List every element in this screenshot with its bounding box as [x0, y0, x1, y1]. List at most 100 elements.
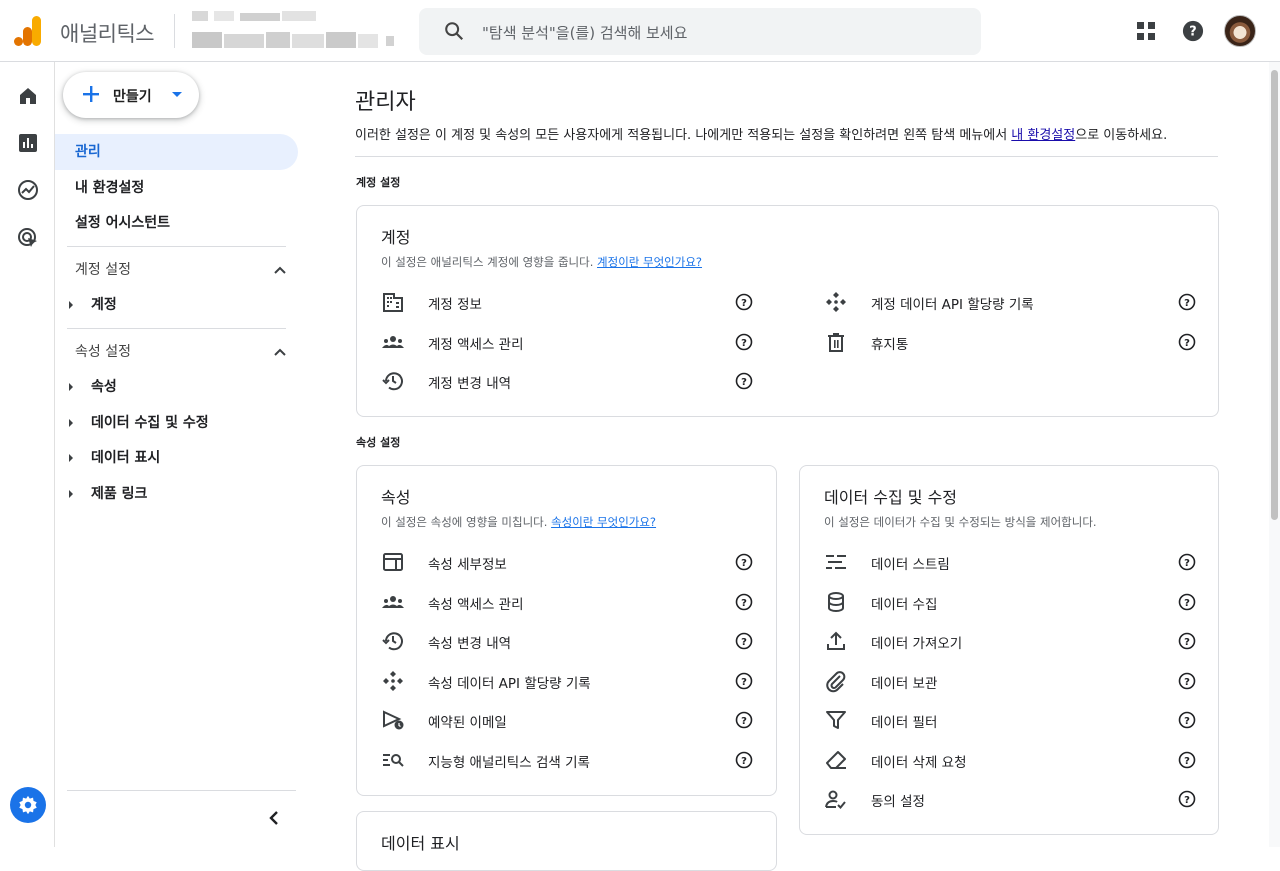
row-label: 데이터 가져오기: [871, 636, 963, 652]
database-icon: [824, 590, 848, 614]
scheduled-emails-row[interactable]: 예약된 이메일 ?: [381, 706, 761, 734]
create-button[interactable]: 만들기: [63, 72, 199, 118]
data-streams-icon: [824, 550, 848, 574]
property-history-row[interactable]: 속성 변경 내역 ?: [381, 627, 761, 655]
help-circle-icon[interactable]: ?: [735, 333, 753, 351]
account-history-row[interactable]: 계정 변경 내역 ?: [381, 367, 761, 395]
row-label: 예약된 이메일: [428, 715, 507, 731]
search-history-row[interactable]: 지능형 애널리틱스 검색 기록 ?: [381, 746, 761, 774]
group-icon: [381, 330, 405, 354]
apps-grid-icon[interactable]: [1130, 15, 1162, 47]
history-icon: [381, 629, 405, 653]
help-circle-icon[interactable]: ?: [1178, 790, 1196, 808]
help-circle-icon[interactable]: ?: [1178, 553, 1196, 571]
property-settings-section[interactable]: 속성 설정: [75, 337, 287, 367]
help-circle-icon[interactable]: ?: [1178, 751, 1196, 769]
scroll-thumb[interactable]: [1271, 70, 1278, 520]
data-streams-row[interactable]: 데이터 스트림 ?: [824, 548, 1204, 576]
scrollbar[interactable]: [1269, 62, 1280, 847]
help-circle-icon[interactable]: ?: [1178, 333, 1196, 351]
search-placeholder: "탐색 분석"을(를) 검색해 보세요: [482, 24, 688, 42]
search-bar[interactable]: "탐색 분석"을(를) 검색해 보세요: [419, 8, 981, 55]
account-info-row[interactable]: 계정 정보 ?: [381, 288, 761, 316]
user-avatar[interactable]: [1224, 15, 1256, 47]
data-collection-card: 데이터 수집 및 수정 이 설정은 데이터가 수집 및 수정되는 방식을 제어합…: [799, 465, 1219, 835]
my-preferences-link[interactable]: 내 환경설정: [1011, 128, 1075, 143]
account-access-row[interactable]: 계정 액세스 관리 ?: [381, 328, 761, 356]
nav-item-my-preferences[interactable]: 내 환경설정: [55, 170, 298, 206]
admin-gear-icon[interactable]: [10, 787, 46, 823]
expand-arrow-icon: [67, 454, 75, 462]
row-label: 데이터 스트림: [871, 557, 950, 573]
data-retention-row[interactable]: 데이터 보관 ?: [824, 667, 1204, 695]
card-title: 속성: [381, 488, 411, 507]
data-filters-row[interactable]: 데이터 필터 ?: [824, 706, 1204, 734]
data-import-row[interactable]: 데이터 가져오기 ?: [824, 627, 1204, 655]
row-label: 계정 변경 내역: [428, 376, 512, 392]
section-label: 속성 설정: [75, 344, 131, 360]
nav-item-admin[interactable]: 관리: [55, 134, 298, 170]
app-name[interactable]: 애널리틱스: [60, 18, 155, 48]
svg-text:?: ?: [741, 377, 747, 388]
card-title: 계정: [381, 228, 411, 247]
help-circle-icon[interactable]: ?: [735, 632, 753, 650]
property-card: 속성 이 설정은 속성에 영향을 미칩니다. 속성이란 무엇인가요? 속성 세부…: [356, 465, 777, 796]
help-circle-icon[interactable]: ?: [1178, 711, 1196, 729]
chevron-left-icon[interactable]: [262, 806, 286, 830]
help-circle-icon[interactable]: ?: [735, 672, 753, 690]
trash-row[interactable]: 휴지통 ?: [824, 328, 1204, 356]
property-settings-heading: 속성 설정: [356, 436, 401, 449]
svg-text:?: ?: [1184, 298, 1190, 309]
row-label: 속성 세부정보: [428, 557, 507, 573]
data-collection-row[interactable]: 데이터 수집 ?: [824, 588, 1204, 616]
help-circle-icon[interactable]: ?: [735, 553, 753, 571]
card-description: 이 설정은 속성에 영향을 미칩니다. 속성이란 무엇인가요?: [381, 514, 656, 530]
data-deletion-row[interactable]: 데이터 삭제 요청 ?: [824, 746, 1204, 774]
consent-settings-row[interactable]: 동의 설정 ?: [824, 785, 1204, 813]
chevron-up-icon: [273, 345, 287, 359]
property-details-row[interactable]: 속성 세부정보 ?: [381, 548, 761, 576]
row-label: 계정 액세스 관리: [428, 337, 524, 353]
property-access-row[interactable]: 속성 액세스 관리 ?: [381, 588, 761, 616]
help-circle-icon[interactable]: ?: [735, 593, 753, 611]
svg-text:?: ?: [1184, 677, 1190, 688]
help-circle-icon[interactable]: ?: [735, 711, 753, 729]
svg-text:?: ?: [1184, 637, 1190, 648]
help-icon[interactable]: ?: [1177, 15, 1209, 47]
svg-text:?: ?: [1184, 598, 1190, 609]
what-is-account-link[interactable]: 계정이란 무엇인가요?: [597, 255, 702, 269]
svg-text:?: ?: [741, 756, 747, 767]
analytics-logo[interactable]: [14, 16, 42, 46]
help-circle-icon[interactable]: ?: [1178, 632, 1196, 650]
expand-arrow-icon: [67, 419, 75, 427]
manage-search-icon: [381, 748, 405, 772]
explore-icon[interactable]: [16, 178, 40, 202]
tree-item-label: 데이터 수집 및 수정: [91, 415, 209, 431]
account-api-quota-row[interactable]: 계정 데이터 API 할당량 기록 ?: [824, 288, 1204, 316]
help-circle-icon[interactable]: ?: [735, 751, 753, 769]
svg-text:?: ?: [741, 558, 747, 569]
search-icon: [443, 20, 465, 42]
help-circle-icon[interactable]: ?: [735, 293, 753, 311]
tree-item-label: 속성: [91, 379, 117, 395]
reports-icon[interactable]: [16, 131, 40, 155]
account-settings-section[interactable]: 계정 설정: [75, 255, 287, 285]
advertising-icon[interactable]: [16, 226, 40, 250]
home-icon[interactable]: [16, 84, 40, 108]
svg-text:?: ?: [1184, 756, 1190, 767]
left-rail: [0, 62, 55, 847]
help-circle-icon[interactable]: ?: [1178, 672, 1196, 690]
property-api-quota-row[interactable]: 속성 데이터 API 할당량 기록 ?: [381, 667, 761, 695]
help-circle-icon[interactable]: ?: [1178, 293, 1196, 311]
svg-text:?: ?: [741, 716, 747, 727]
row-label: 데이터 수집: [871, 597, 938, 613]
building-icon: [381, 290, 405, 314]
account-selector[interactable]: [190, 8, 400, 54]
svg-text:?: ?: [741, 338, 747, 349]
person-check-icon: [824, 787, 848, 811]
help-circle-icon[interactable]: ?: [1178, 593, 1196, 611]
help-circle-icon[interactable]: ?: [735, 372, 753, 390]
nav-item-setup-assistant[interactable]: 설정 어시스턴트: [55, 205, 298, 241]
what-is-property-link[interactable]: 속성이란 무엇인가요?: [551, 515, 656, 529]
svg-text:?: ?: [1189, 25, 1196, 40]
